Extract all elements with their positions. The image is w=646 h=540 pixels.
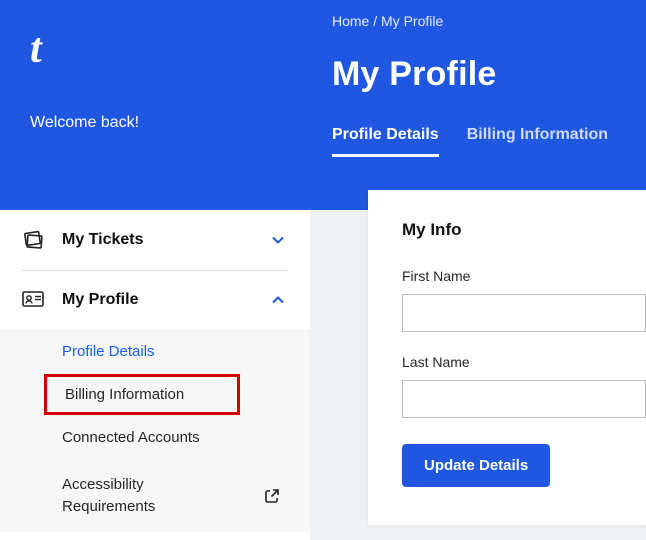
last-name-field-group: Last Name <box>402 354 646 418</box>
sidebar-subnav-profile: Profile Details Billing Information Conn… <box>0 329 310 532</box>
sidebar-sub-connected-accounts[interactable]: Connected Accounts <box>0 415 310 460</box>
subnav-label: Accessibility Requirements <box>62 474 202 518</box>
main-hero: Home / My Profile My Profile Profile Det… <box>310 0 646 210</box>
subnav-label: Billing Information <box>65 386 184 403</box>
sidebar-sub-accessibility-requirements[interactable]: Accessibility Requirements <box>0 460 310 532</box>
tickets-icon <box>22 230 48 250</box>
first-name-label: First Name <box>402 268 646 284</box>
page-title: My Profile <box>332 55 632 94</box>
subnav-label: Connected Accounts <box>62 429 200 446</box>
first-name-input[interactable] <box>402 294 646 332</box>
card-title: My Info <box>402 220 646 240</box>
welcome-text: Welcome back! <box>30 114 286 132</box>
main-area: Home / My Profile My Profile Profile Det… <box>310 0 646 540</box>
sidebar-sub-billing-information[interactable]: Billing Information <box>44 374 240 415</box>
subnav-label: Profile Details <box>62 343 155 360</box>
sidebar-hero: t Welcome back! <box>0 0 310 210</box>
sidebar-item-my-tickets[interactable]: My Tickets <box>0 210 310 270</box>
tab-billing-information[interactable]: Billing Information <box>467 126 608 157</box>
chevron-down-icon <box>270 232 286 248</box>
last-name-label: Last Name <box>402 354 646 370</box>
last-name-input[interactable] <box>402 380 646 418</box>
sidebar-item-label: My Profile <box>62 291 270 309</box>
tabs: Profile Details Billing Information <box>332 126 632 157</box>
chevron-up-icon <box>270 292 286 308</box>
sidebar: t Welcome back! My Tickets <box>0 0 310 540</box>
my-info-card: My Info First Name Last Name Update Deta… <box>368 190 646 525</box>
brand-logo: t <box>30 28 286 70</box>
tab-profile-details[interactable]: Profile Details <box>332 126 439 157</box>
external-link-icon <box>264 488 280 504</box>
breadcrumb[interactable]: Home / My Profile <box>332 13 632 29</box>
sidebar-sub-profile-details[interactable]: Profile Details <box>0 329 310 374</box>
first-name-field-group: First Name <box>402 268 646 332</box>
update-details-button[interactable]: Update Details <box>402 444 550 487</box>
tab-label: Profile Details <box>332 126 439 143</box>
tab-label: Billing Information <box>467 126 608 143</box>
sidebar-item-label: My Tickets <box>62 231 270 249</box>
sidebar-item-my-profile[interactable]: My Profile <box>0 271 310 329</box>
sidebar-nav: My Tickets My Profile <box>0 210 310 532</box>
profile-card-icon <box>22 291 48 309</box>
